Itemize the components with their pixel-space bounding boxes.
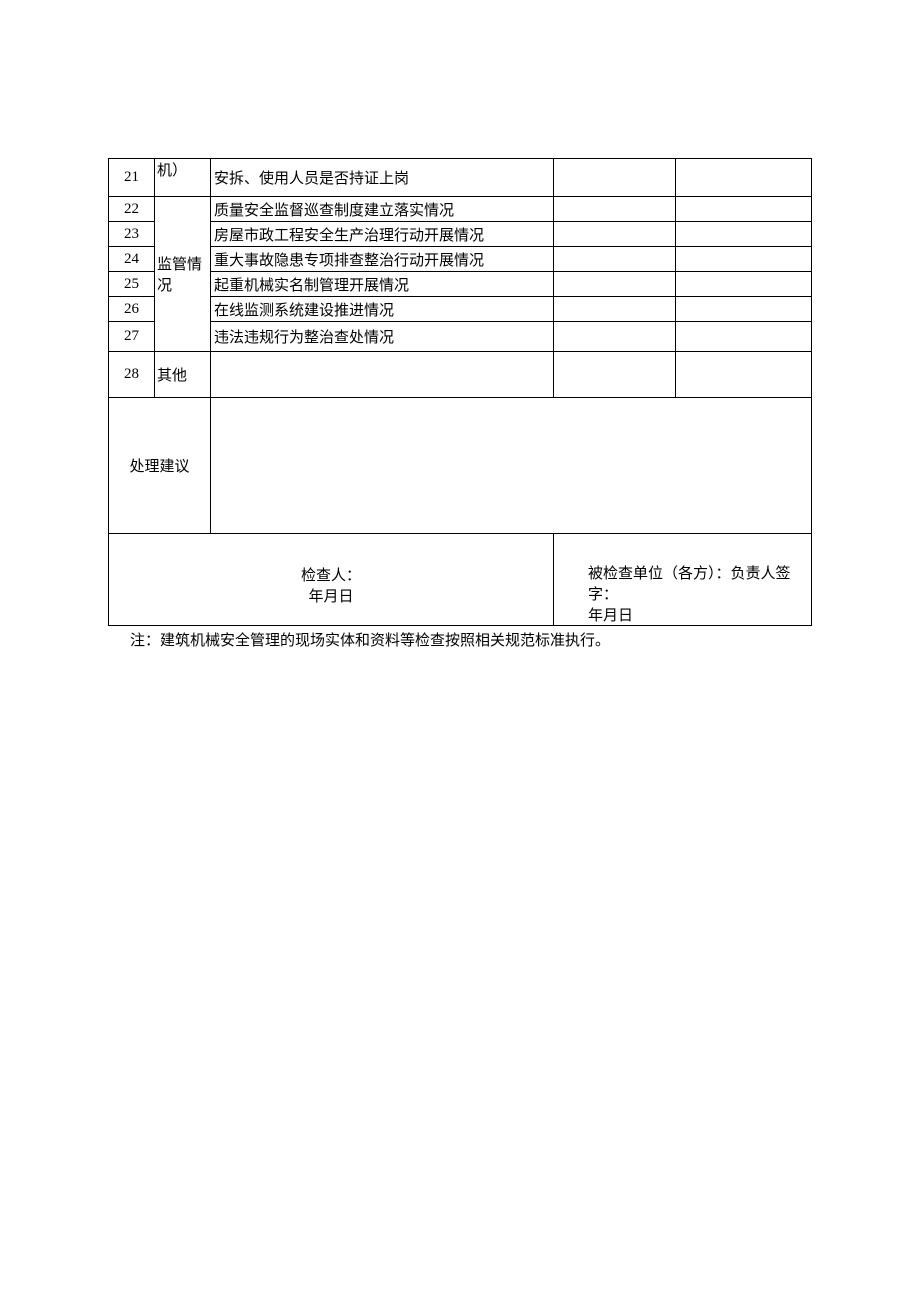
item-cell: 重大事故隐患专项排查整治行动开展情况 [211, 247, 554, 272]
result-cell [554, 197, 676, 222]
result-cell [554, 247, 676, 272]
item-cell: 在线监测系统建设推进情况 [211, 297, 554, 322]
item-cell: 起重机械实名制管理开展情况 [211, 272, 554, 297]
row-number: 22 [109, 197, 155, 222]
result-cell [554, 352, 676, 398]
remark-cell [676, 222, 812, 247]
inspected-date: 年月日 [588, 604, 811, 625]
remark-cell [676, 297, 812, 322]
result-cell [554, 159, 676, 197]
row-number: 23 [109, 222, 155, 247]
suggestion-label: 处理建议 [109, 398, 211, 534]
remark-cell [676, 352, 812, 398]
inspected-label: 被检查单位（各方）：负责人签字： [588, 562, 811, 604]
remark-cell [676, 322, 812, 352]
result-cell [554, 297, 676, 322]
signature-row: 检查人： 年月日 被检查单位（各方）：负责人签字： 年月日 [109, 534, 812, 626]
suggestion-row: 处理建议 [109, 398, 812, 534]
result-cell [554, 272, 676, 297]
suggestion-content [211, 398, 812, 534]
item-cell: 违法违规行为整治查处情况 [211, 322, 554, 352]
result-cell [554, 322, 676, 352]
table-row: 22 监管情况 质量安全监督巡查制度建立落实情况 [109, 197, 812, 222]
row-number: 25 [109, 272, 155, 297]
category-cell: 机） [155, 159, 211, 197]
inspector-date: 年月日 [109, 585, 553, 606]
row-number: 21 [109, 159, 155, 197]
table-row: 21 机） 安拆、使用人员是否持证上岗 [109, 159, 812, 197]
item-cell: 安拆、使用人员是否持证上岗 [211, 159, 554, 197]
table-row: 27 违法违规行为整治查处情况 [109, 322, 812, 352]
table-row: 24 重大事故隐患专项排查整治行动开展情况 [109, 247, 812, 272]
inspector-label: 检查人： [109, 564, 553, 585]
inspected-signature-cell: 被检查单位（各方）：负责人签字： 年月日 [554, 534, 812, 626]
inspector-signature-cell: 检查人： 年月日 [109, 534, 554, 626]
item-cell [211, 352, 554, 398]
result-cell [554, 222, 676, 247]
table-row: 28 其他 [109, 352, 812, 398]
item-cell: 房屋市政工程安全生产治理行动开展情况 [211, 222, 554, 247]
row-number: 28 [109, 352, 155, 398]
inspection-table: 21 机） 安拆、使用人员是否持证上岗 22 监管情况 质量安全监督巡查制度建立… [108, 158, 812, 626]
remark-cell [676, 247, 812, 272]
row-number: 26 [109, 297, 155, 322]
category-cell: 监管情况 [155, 197, 211, 352]
table-row: 26 在线监测系统建设推进情况 [109, 297, 812, 322]
table-row: 23 房屋市政工程安全生产治理行动开展情况 [109, 222, 812, 247]
row-number: 24 [109, 247, 155, 272]
table-row: 25 起重机械实名制管理开展情况 [109, 272, 812, 297]
remark-cell [676, 159, 812, 197]
footnote-text: 注：建筑机械安全管理的现场实体和资料等检查按照相关规范标准执行。 [108, 630, 812, 653]
remark-cell [676, 197, 812, 222]
row-number: 27 [109, 322, 155, 352]
category-cell: 其他 [155, 352, 211, 398]
item-cell: 质量安全监督巡查制度建立落实情况 [211, 197, 554, 222]
remark-cell [676, 272, 812, 297]
